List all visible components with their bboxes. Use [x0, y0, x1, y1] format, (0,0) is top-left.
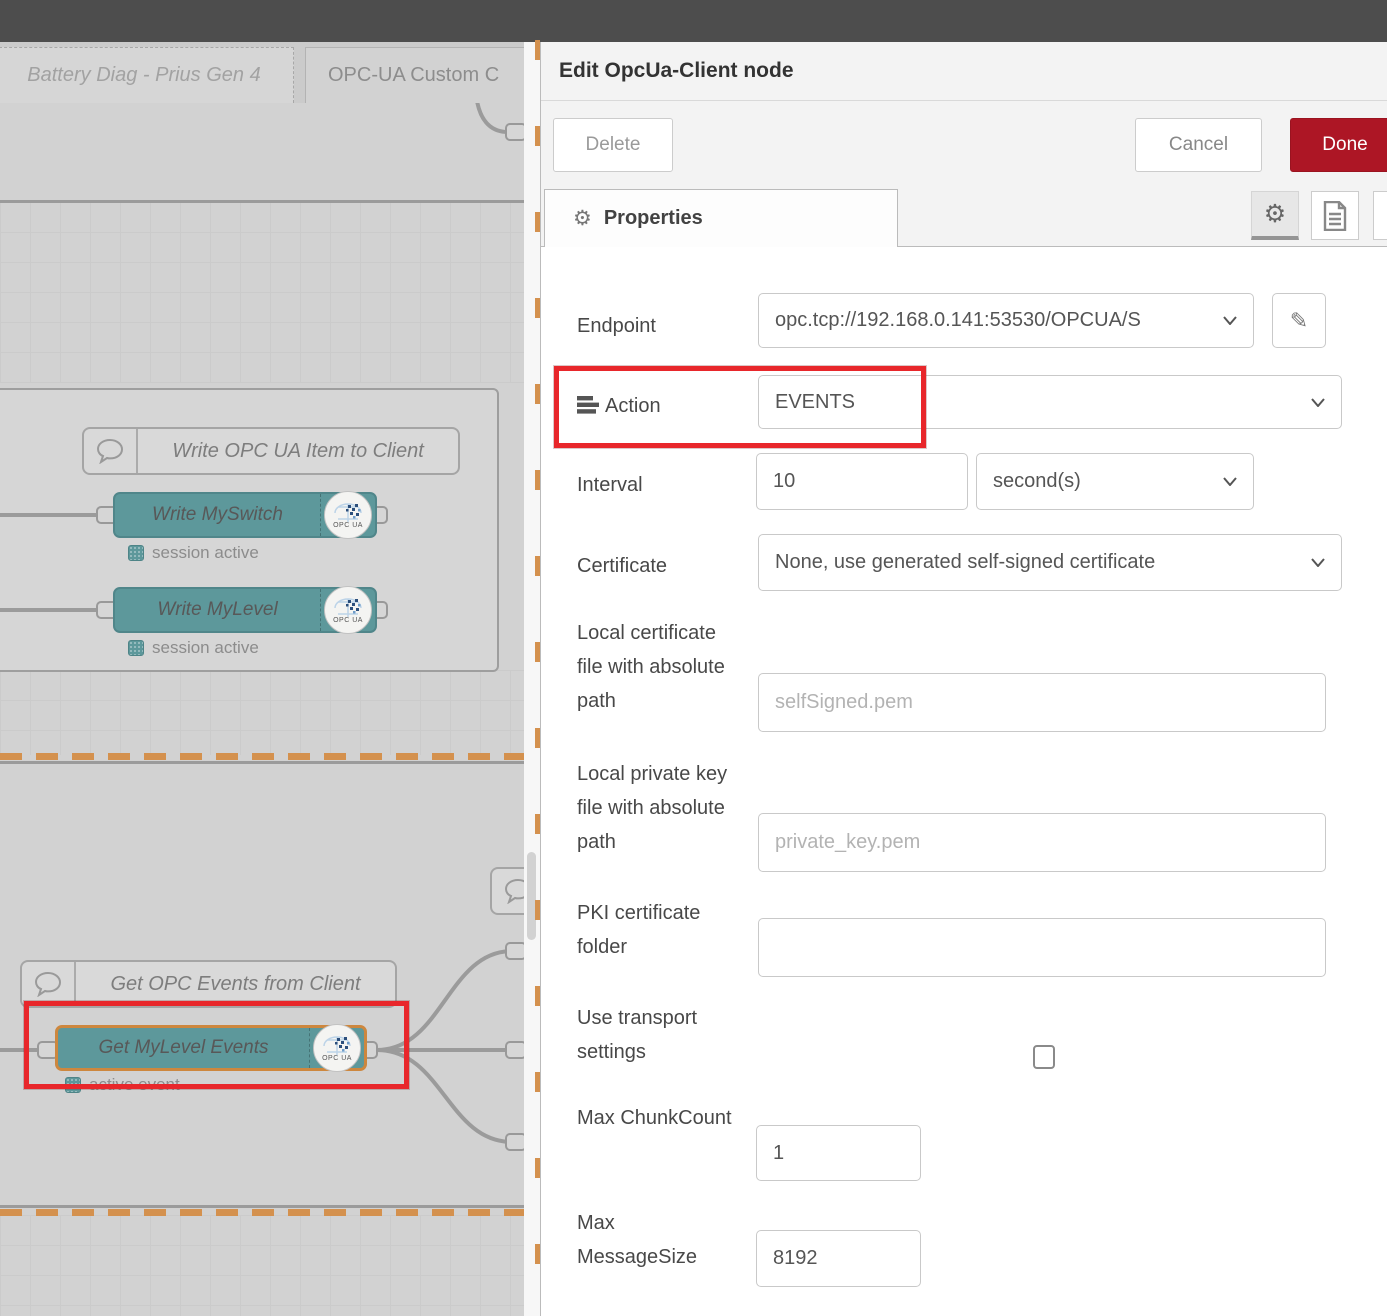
endpoint-edit-button[interactable]: ✎ — [1272, 293, 1326, 348]
opcua-badge-label: OPC UA — [333, 522, 363, 529]
cancel-button[interactable]: Cancel — [1135, 118, 1262, 172]
private-key-input-box — [758, 813, 1326, 872]
appearance-view-button[interactable] — [1373, 191, 1387, 240]
node-status: session active — [128, 543, 259, 563]
max-msg-input[interactable] — [757, 1231, 920, 1286]
pki-folder-label: PKI certificate folder — [577, 896, 735, 964]
app-header-bar — [0, 0, 1387, 42]
status-dot — [128, 640, 144, 656]
properties-view-button[interactable]: ⚙ — [1251, 191, 1299, 240]
dialog-header: Edit OpcUa-Client node — [541, 42, 1387, 101]
node-port — [506, 943, 526, 959]
node-port — [506, 1134, 526, 1150]
wires-layer — [0, 103, 540, 1316]
chevron-down-icon — [1311, 398, 1325, 407]
flow-tab-label: OPC-UA Custom C — [328, 64, 499, 87]
flow-tab-opcua-custom[interactable]: OPC-UA Custom C — [305, 47, 535, 103]
opcua-badge: OPC UA — [320, 589, 375, 631]
certificate-value: None, use generated self-signed certific… — [775, 551, 1305, 574]
interval-input-box — [756, 453, 968, 510]
max-chunk-input[interactable] — [757, 1126, 920, 1180]
private-key-label: Local private key file with absolute pat… — [577, 757, 735, 859]
description-view-button[interactable] — [1311, 191, 1359, 240]
interval-label: Interval — [577, 468, 737, 502]
node-label: Write MyLevel — [115, 599, 320, 621]
transport-checkbox[interactable] — [1033, 1045, 1055, 1069]
document-icon — [1323, 201, 1347, 231]
speech-bubble-icon — [22, 962, 76, 1006]
dialog-title: Edit OpcUa-Client node — [541, 59, 794, 83]
node-write-mylevel[interactable]: Write MyLevel OPC UA — [113, 587, 377, 633]
local-cert-input-box — [758, 673, 1326, 732]
comment-text: Write OPC UA Item to Client — [138, 440, 458, 463]
dialog-form: Endpoint opc.tcp://192.168.0.141:53530/O… — [541, 247, 1387, 1316]
local-cert-label: Local certificate file with absolute pat… — [577, 616, 735, 718]
transport-label: Use transport settings — [577, 1001, 735, 1069]
tab-properties-label: Properties — [604, 207, 703, 230]
endpoint-select[interactable]: opc.tcp://192.168.0.141:53530/OPCUA/S — [758, 293, 1254, 348]
pencil-icon: ✎ — [1290, 308, 1308, 334]
gear-icon: ⚙ — [1264, 199, 1286, 229]
status-dot — [128, 545, 144, 561]
gear-icon: ⚙ — [573, 206, 592, 231]
edit-node-dialog: Edit OpcUa-Client node Delete Cancel Don… — [540, 42, 1387, 1316]
flow-workspace: Battery Diag - Prius Gen 4 OPC-UA Custom… — [0, 42, 540, 1316]
endpoint-label: Endpoint — [577, 309, 737, 343]
flow-tab-battery-diag[interactable]: Battery Diag - Prius Gen 4 — [0, 47, 294, 103]
tab-properties[interactable]: ⚙ Properties — [544, 189, 898, 247]
status-text: session active — [152, 638, 259, 658]
node-label: Write MySwitch — [115, 504, 320, 526]
max-chunk-label: Max ChunkCount — [577, 1101, 735, 1135]
private-key-input[interactable] — [759, 814, 1325, 871]
wire — [477, 103, 508, 132]
endpoint-value: opc.tcp://192.168.0.141:53530/OPCUA/S — [775, 309, 1217, 332]
comment-text: Get OPC Events from Client — [76, 973, 395, 996]
node-port — [506, 124, 526, 140]
pki-folder-input[interactable] — [759, 919, 1325, 976]
opcua-badge-label: OPC UA — [333, 617, 363, 624]
flow-tab-label: Battery Diag - Prius Gen 4 — [27, 64, 260, 87]
speech-bubble-icon — [84, 429, 138, 473]
max-chunk-input-box — [756, 1125, 921, 1181]
dialog-toolbar: Delete Cancel Done — [541, 101, 1387, 185]
node-write-myswitch[interactable]: Write MySwitch OPC UA — [113, 492, 377, 538]
chevron-down-icon — [1223, 477, 1237, 486]
opcua-badge: OPC UA — [320, 494, 375, 536]
flow-canvas[interactable]: Write OPC UA Item to Client Write MySwit… — [0, 103, 540, 1316]
dialog-tabbar: ⚙ Properties ⚙ — [541, 185, 1387, 247]
certificate-label: Certificate — [577, 549, 737, 583]
interval-input[interactable] — [757, 454, 967, 509]
chevron-down-icon — [1311, 558, 1325, 567]
node-status: session active — [128, 638, 259, 658]
local-cert-input[interactable] — [759, 674, 1325, 731]
highlight-annotation-node — [24, 1001, 409, 1089]
status-text: session active — [152, 543, 259, 563]
workspace-tabbar: Battery Diag - Prius Gen 4 OPC-UA Custom… — [0, 42, 540, 103]
delete-button[interactable]: Delete — [553, 118, 673, 172]
pki-folder-input-box — [758, 918, 1326, 977]
interval-unit-select[interactable]: second(s) — [976, 453, 1254, 510]
done-button[interactable]: Done — [1290, 118, 1387, 172]
max-msg-label: Max MessageSize — [577, 1206, 735, 1274]
comment-node-write[interactable]: Write OPC UA Item to Client — [82, 427, 460, 475]
certificate-select[interactable]: None, use generated self-signed certific… — [758, 534, 1342, 591]
chevron-down-icon — [1223, 316, 1237, 325]
highlight-annotation-action — [554, 366, 926, 448]
interval-unit-value: second(s) — [993, 470, 1217, 493]
node-port — [506, 1042, 526, 1058]
max-msg-input-box — [756, 1230, 921, 1287]
